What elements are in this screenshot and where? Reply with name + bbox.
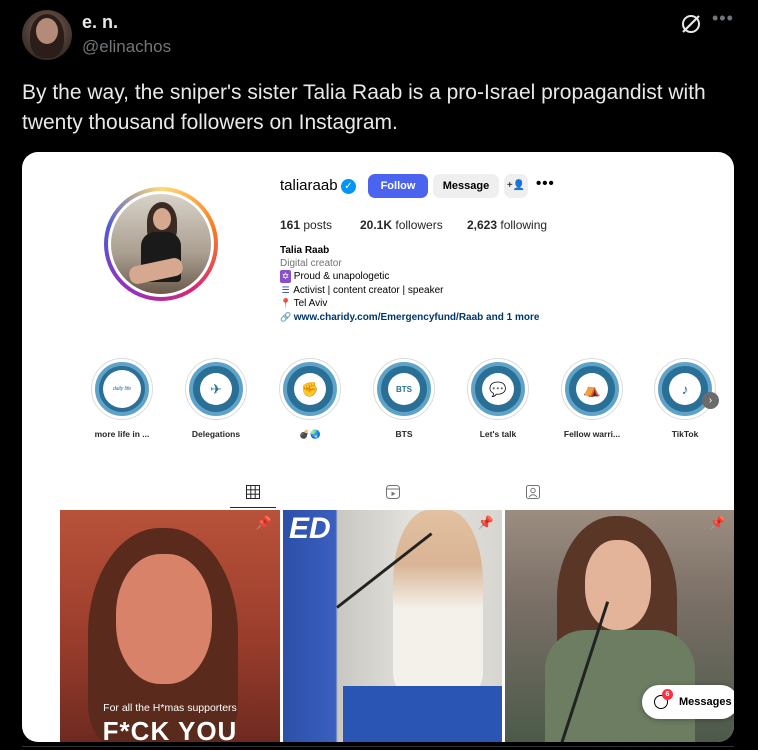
messages-label: Messages <box>679 696 732 708</box>
fist-icon: ✊ <box>294 373 326 405</box>
divider <box>22 746 734 750</box>
post-caption-large: F*CK YOU <box>102 716 238 742</box>
chevron-right-icon[interactable]: › <box>702 392 719 409</box>
followers-count[interactable]: 20.1K followers <box>360 218 443 232</box>
highlight-label: Fellow warri... <box>563 429 621 439</box>
israel-flag-icon: ☰ <box>281 284 290 295</box>
more-options-icon[interactable]: ••• <box>712 8 734 29</box>
highlight-label: BTS <box>395 429 413 439</box>
highlight-label: TikTok <box>671 429 699 439</box>
pin-icon: 📌 <box>709 515 726 530</box>
bio-line-2: ☰ Activist | content creator | speaker <box>281 284 444 296</box>
bio-link[interactable]: 🔗 www.charidy.com/Emergencyfund/Raab and… <box>280 311 539 325</box>
star-of-david-icon: ✡ <box>280 270 291 283</box>
reels-icon[interactable] <box>385 485 401 501</box>
location-pin-icon: 📍 <box>280 298 292 308</box>
daily-life-icon: daily life <box>103 370 141 408</box>
bio-line-1: ✡ Proud & unapologetic <box>280 270 390 283</box>
ig-more-options-icon[interactable]: ••• <box>536 175 555 192</box>
post-thumbnail[interactable]: For all the H*mas supporters F*CK YOU 📌 <box>60 510 280 742</box>
highlight-delegations[interactable]: ✈ Delegations <box>173 358 259 439</box>
globe-plane-icon: ✈ <box>200 373 232 405</box>
following-count[interactable]: 2,623 following <box>467 218 547 232</box>
link-icon: 🔗 <box>280 311 292 322</box>
tent-icon: ⛺ <box>576 373 608 405</box>
clapperboard-icon: BTS <box>388 373 420 405</box>
highlight-fellow-warriors[interactable]: ⛺ Fellow warri... <box>549 358 635 439</box>
unread-badge: 6 <box>662 689 673 700</box>
bio-category: Digital creator <box>280 257 342 269</box>
tweet-text: By the way, the sniper's sister Talia Ra… <box>22 81 706 134</box>
ig-bio: Talia Raab Digital creator ✡ Proud & una… <box>280 245 539 324</box>
bio-name: Talia Raab <box>280 245 330 256</box>
highlight-bomb-globe[interactable]: ✊ 💣🌏 <box>267 358 353 440</box>
pin-icon: 📌 <box>255 515 272 530</box>
active-tab-indicator <box>230 507 276 508</box>
tiktok-icon: ♪ <box>669 373 701 405</box>
grok-icon[interactable] <box>679 12 703 36</box>
highlight-more-life[interactable]: daily life more life in ... <box>79 358 165 439</box>
tweet-display-name[interactable]: e. n. <box>82 12 118 33</box>
highlight-bts[interactable]: BTS BTS <box>361 358 447 439</box>
highlight-label: Let's talk <box>479 429 517 439</box>
add-user-icon[interactable]: +👤 <box>504 174 528 198</box>
highlight-label: Delegations <box>191 429 241 439</box>
messages-button[interactable]: 6 Messages <box>642 685 734 719</box>
post-caption: For all the H*mas supporters <box>103 702 237 714</box>
post-sign-text: ED <box>289 512 331 545</box>
tagged-icon[interactable] <box>525 485 541 501</box>
ig-username: taliaraab <box>280 177 338 194</box>
chat-bubbles-icon: 💬 <box>482 373 514 405</box>
follow-button[interactable]: Follow <box>368 174 428 198</box>
instagram-screenshot[interactable]: taliaraab ✓ Follow Message +👤 ••• 161 po… <box>22 152 734 742</box>
avatar-face <box>36 18 58 44</box>
highlight-label: more life in ... <box>94 429 150 439</box>
verified-badge-icon: ✓ <box>341 179 356 194</box>
grid-icon[interactable] <box>245 485 261 501</box>
bio-line-3: 📍 Tel Aviv <box>280 298 328 309</box>
tweet-handle[interactable]: @elinachos <box>82 37 171 57</box>
posts-count: 161 posts <box>280 218 333 232</box>
post-thumbnail[interactable]: ED 📌 <box>283 510 502 742</box>
highlight-lets-talk[interactable]: 💬 Let's talk <box>455 358 541 439</box>
avatar-photo <box>111 194 211 294</box>
tweet-avatar[interactable] <box>22 10 72 60</box>
highlight-label: 💣🌏 <box>299 429 321 439</box>
pin-icon: 📌 <box>477 515 494 530</box>
message-button[interactable]: Message <box>433 174 499 198</box>
ig-profile-avatar[interactable] <box>104 187 218 301</box>
